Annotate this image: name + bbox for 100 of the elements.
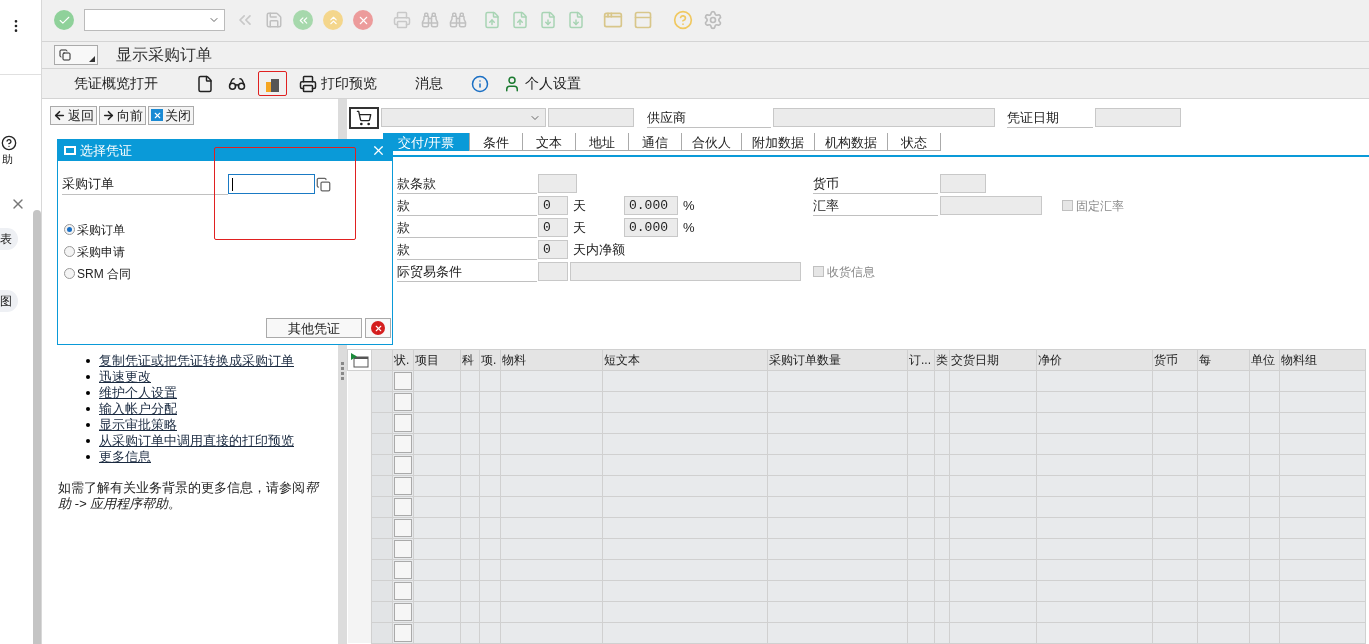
tab[interactable]: 状态 [888, 133, 941, 151]
column-header[interactable]: 净价 [1036, 349, 1153, 371]
row-selector[interactable] [394, 435, 412, 453]
chip[interactable]: 图 [0, 289, 18, 312]
column-header[interactable]: 采购订单数量 [767, 349, 908, 371]
personal-settings-icon[interactable] [503, 74, 521, 93]
print-icon[interactable] [393, 11, 411, 30]
row-selector[interactable] [394, 393, 412, 411]
column-header[interactable]: 项. [479, 349, 501, 371]
column-header[interactable]: 每 [1197, 349, 1250, 371]
print-preview-button[interactable]: 打印预览 [321, 73, 377, 95]
row-selector[interactable] [394, 624, 412, 642]
nav-button[interactable]: 向前 [99, 106, 146, 125]
column-header[interactable]: 科 [460, 349, 480, 371]
window-title: 显示采购订单 [116, 45, 212, 65]
row-selector[interactable] [394, 540, 412, 558]
unit-label: 天 [573, 219, 587, 238]
tab[interactable]: 合伙人 [682, 133, 742, 151]
radio-label: SRM 合同 [77, 265, 131, 283]
exchange-rate-label: 汇率 [813, 195, 938, 217]
unit-label: 天 [573, 197, 587, 216]
input-field[interactable]: 0.000 [624, 218, 678, 238]
input-field[interactable] [1095, 108, 1181, 128]
radio-button[interactable] [64, 246, 75, 257]
row-selector[interactable] [394, 498, 412, 516]
input-field[interactable]: 0 [538, 196, 568, 216]
input-field[interactable] [228, 174, 315, 195]
command-field[interactable] [84, 9, 225, 32]
table-settings-icon[interactable] [350, 353, 369, 369]
input-field[interactable] [538, 174, 577, 194]
row-selector[interactable] [394, 603, 412, 621]
other-document-button[interactable]: 其他凭证 [266, 318, 362, 338]
input-field[interactable] [940, 174, 986, 194]
back-button[interactable] [293, 10, 313, 31]
column-header[interactable]: 类 [934, 349, 950, 371]
search-next-icon[interactable] [449, 11, 467, 30]
cart-icon[interactable] [349, 107, 379, 129]
row-selector[interactable] [394, 372, 412, 390]
previous-page-icon[interactable] [511, 11, 529, 30]
cancel-button[interactable] [353, 10, 373, 31]
input-field[interactable] [570, 262, 801, 282]
shortcut-icon[interactable] [633, 10, 653, 31]
checkbox-label: 固定汇率 [1076, 198, 1124, 215]
nav-button[interactable]: 关闭 [148, 106, 194, 125]
tab[interactable]: 条件 [470, 133, 523, 151]
column-header[interactable]: 单位 [1249, 349, 1280, 371]
tab[interactable]: 通信 [629, 133, 682, 151]
close-icon[interactable] [371, 143, 386, 158]
row-selector[interactable] [394, 414, 412, 432]
value-help-icon[interactable] [316, 176, 331, 192]
last-page-icon[interactable] [567, 11, 585, 30]
column-header[interactable]: 状. [392, 349, 414, 371]
personal-settings-button[interactable]: 个人设置 [525, 73, 581, 95]
scrollbar[interactable] [33, 210, 41, 644]
tab[interactable]: 文本 [523, 133, 576, 151]
input-field[interactable] [773, 108, 995, 128]
radio-button[interactable] [64, 268, 75, 279]
cancel-icon [371, 321, 385, 335]
search-icon[interactable] [421, 11, 439, 30]
new-document-icon[interactable] [196, 74, 214, 93]
next-page-icon[interactable] [539, 11, 557, 30]
menu-button[interactable] [54, 45, 98, 65]
messages-button[interactable]: 消息 [415, 73, 443, 95]
input-field[interactable] [538, 262, 568, 282]
nav-button[interactable]: 返回 [50, 106, 97, 125]
print-preview-icon[interactable] [299, 74, 317, 93]
help-icon[interactable] [1, 135, 17, 151]
cancel-button[interactable] [365, 318, 391, 338]
input-field[interactable] [940, 196, 1042, 216]
column-header[interactable]: 项目 [413, 349, 461, 371]
info-icon[interactable] [471, 74, 489, 93]
column-header[interactable]: 物料组 [1279, 349, 1366, 371]
tab[interactable]: 附加数据 [742, 133, 815, 151]
input-field[interactable]: 0 [538, 218, 568, 238]
input-field[interactable]: 0 [538, 240, 568, 260]
first-page-icon[interactable] [483, 11, 501, 30]
settings-icon[interactable] [703, 10, 723, 31]
save-icon[interactable] [265, 11, 283, 30]
row-selector[interactable] [394, 519, 412, 537]
input-field[interactable] [548, 108, 634, 128]
radio-button[interactable] [64, 224, 75, 235]
row-selector[interactable] [394, 456, 412, 474]
help-label[interactable]: 助 [2, 151, 13, 168]
column-header[interactable]: 短文本 [602, 349, 768, 371]
row-selector[interactable] [394, 477, 412, 495]
column-header[interactable]: 订... [907, 349, 935, 371]
column-header[interactable]: 货币 [1152, 349, 1198, 371]
row-selector[interactable] [394, 582, 412, 600]
column-header[interactable]: 物料 [500, 349, 603, 371]
new-window-icon[interactable] [603, 10, 623, 31]
confirm-button[interactable] [54, 10, 74, 31]
radio-label: 采购订单 [77, 221, 125, 239]
input-field[interactable]: 0.000 [624, 196, 678, 216]
tab[interactable]: 机构数据 [815, 133, 888, 151]
chip[interactable]: 表 [0, 227, 18, 250]
tab[interactable]: 地址 [576, 133, 629, 151]
row-selector[interactable] [394, 561, 412, 579]
column-header[interactable]: 交货日期 [949, 349, 1037, 371]
overview-button[interactable]: 凭证概览打开 [74, 73, 158, 95]
up-button[interactable] [323, 10, 343, 31]
